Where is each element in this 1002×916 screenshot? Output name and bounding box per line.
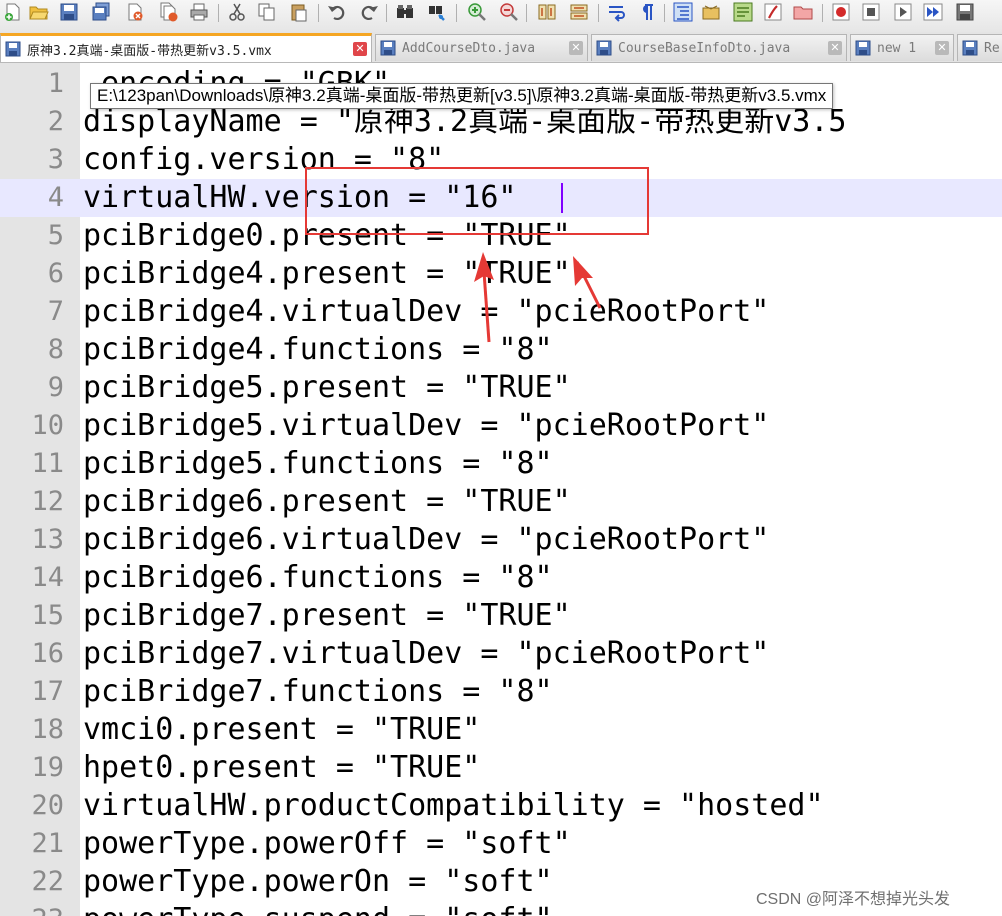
annotation-arrowhead-right xyxy=(573,256,593,286)
annotation-arrows xyxy=(474,252,602,343)
watermark: CSDN @阿泽不想掉光头发 xyxy=(756,891,951,908)
